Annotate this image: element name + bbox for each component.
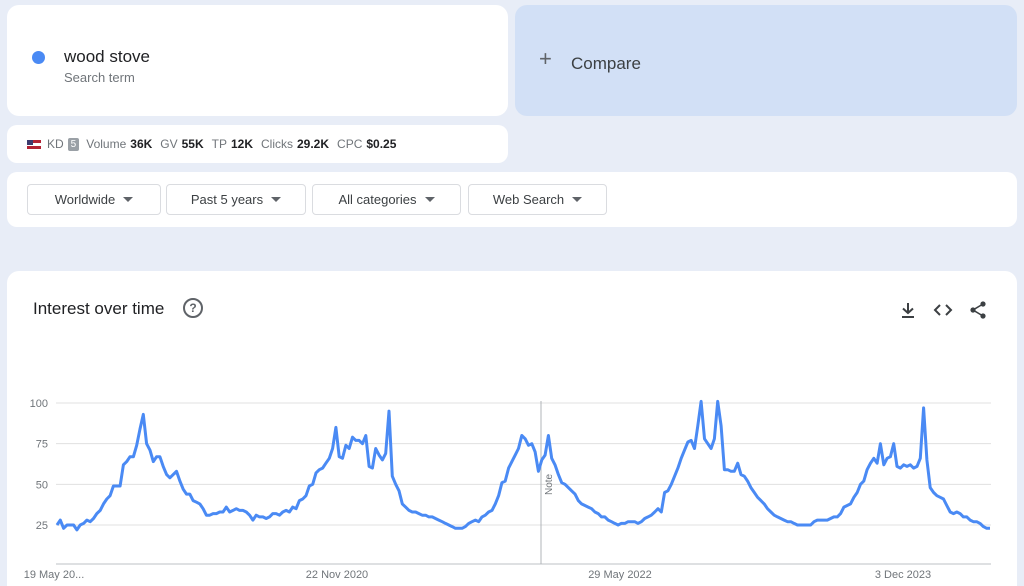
caret-down-icon (123, 197, 134, 202)
search-term-card[interactable]: wood stove Search term (7, 5, 508, 116)
volume-label: Volume (86, 137, 127, 151)
compare-label: Compare (571, 54, 641, 73)
x-tick-label: 22 Nov 2020 (306, 569, 368, 581)
cpc-label: CPC (337, 137, 363, 151)
x-tick-label: 29 May 2022 (588, 569, 652, 581)
series-line-wood-stove (55, 399, 990, 532)
gv-label: GV (160, 137, 178, 151)
us-flag-icon (27, 139, 41, 149)
caret-down-icon (572, 197, 583, 202)
x-tick-label: 3 Dec 2023 (875, 569, 931, 581)
keyword-metrics-bar: KD 5 Volume 36K GV 55K TP 12K Clicks 29.… (7, 125, 508, 163)
plus-icon: + (539, 46, 552, 71)
kd-label: KD (47, 137, 64, 151)
caret-down-icon (424, 197, 435, 202)
kd-value-badge: 5 (67, 137, 80, 151)
search-term-subtitle: Search term (64, 70, 135, 85)
y-tick-label: 75 (36, 439, 48, 451)
period-value: Past 5 years (190, 192, 264, 207)
y-tick-label: 100 (30, 398, 48, 410)
category-value: All categories (338, 192, 417, 207)
note-annotation[interactable]: Note (544, 473, 555, 495)
y-tick-label: 25 (36, 520, 48, 532)
series-color-dot (32, 51, 45, 64)
region-dropdown[interactable]: Worldwide (27, 184, 161, 215)
period-dropdown[interactable]: Past 5 years (166, 184, 306, 215)
line-chart[interactable]: 100 75 50 25 19 May 20... 22 Nov 2020 29 May … (7, 271, 1017, 586)
filter-bar: Worldwide Past 5 years All categories We… (7, 172, 1017, 227)
region-value: Worldwide (54, 192, 116, 207)
x-tick-label: 19 May 20... (24, 569, 85, 581)
category-dropdown[interactable]: All categories (312, 184, 461, 215)
volume-value: 36K (130, 137, 153, 151)
search-term-name[interactable]: wood stove (64, 47, 150, 67)
compare-button[interactable]: + Compare (515, 5, 1017, 116)
gv-value: 55K (181, 137, 204, 151)
clicks-value: 29.2K (297, 137, 330, 151)
tp-label: TP (211, 137, 227, 151)
interest-over-time-card: Interest over time ? 100 75 50 25 19 May 20… (7, 271, 1017, 586)
search-type-value: Web Search (492, 192, 565, 207)
clicks-label: Clicks (261, 137, 293, 151)
cpc-value: $0.25 (366, 137, 397, 151)
y-tick-label: 50 (36, 479, 48, 491)
caret-down-icon (271, 197, 282, 202)
search-type-dropdown[interactable]: Web Search (468, 184, 607, 215)
tp-value: 12K (230, 137, 253, 151)
